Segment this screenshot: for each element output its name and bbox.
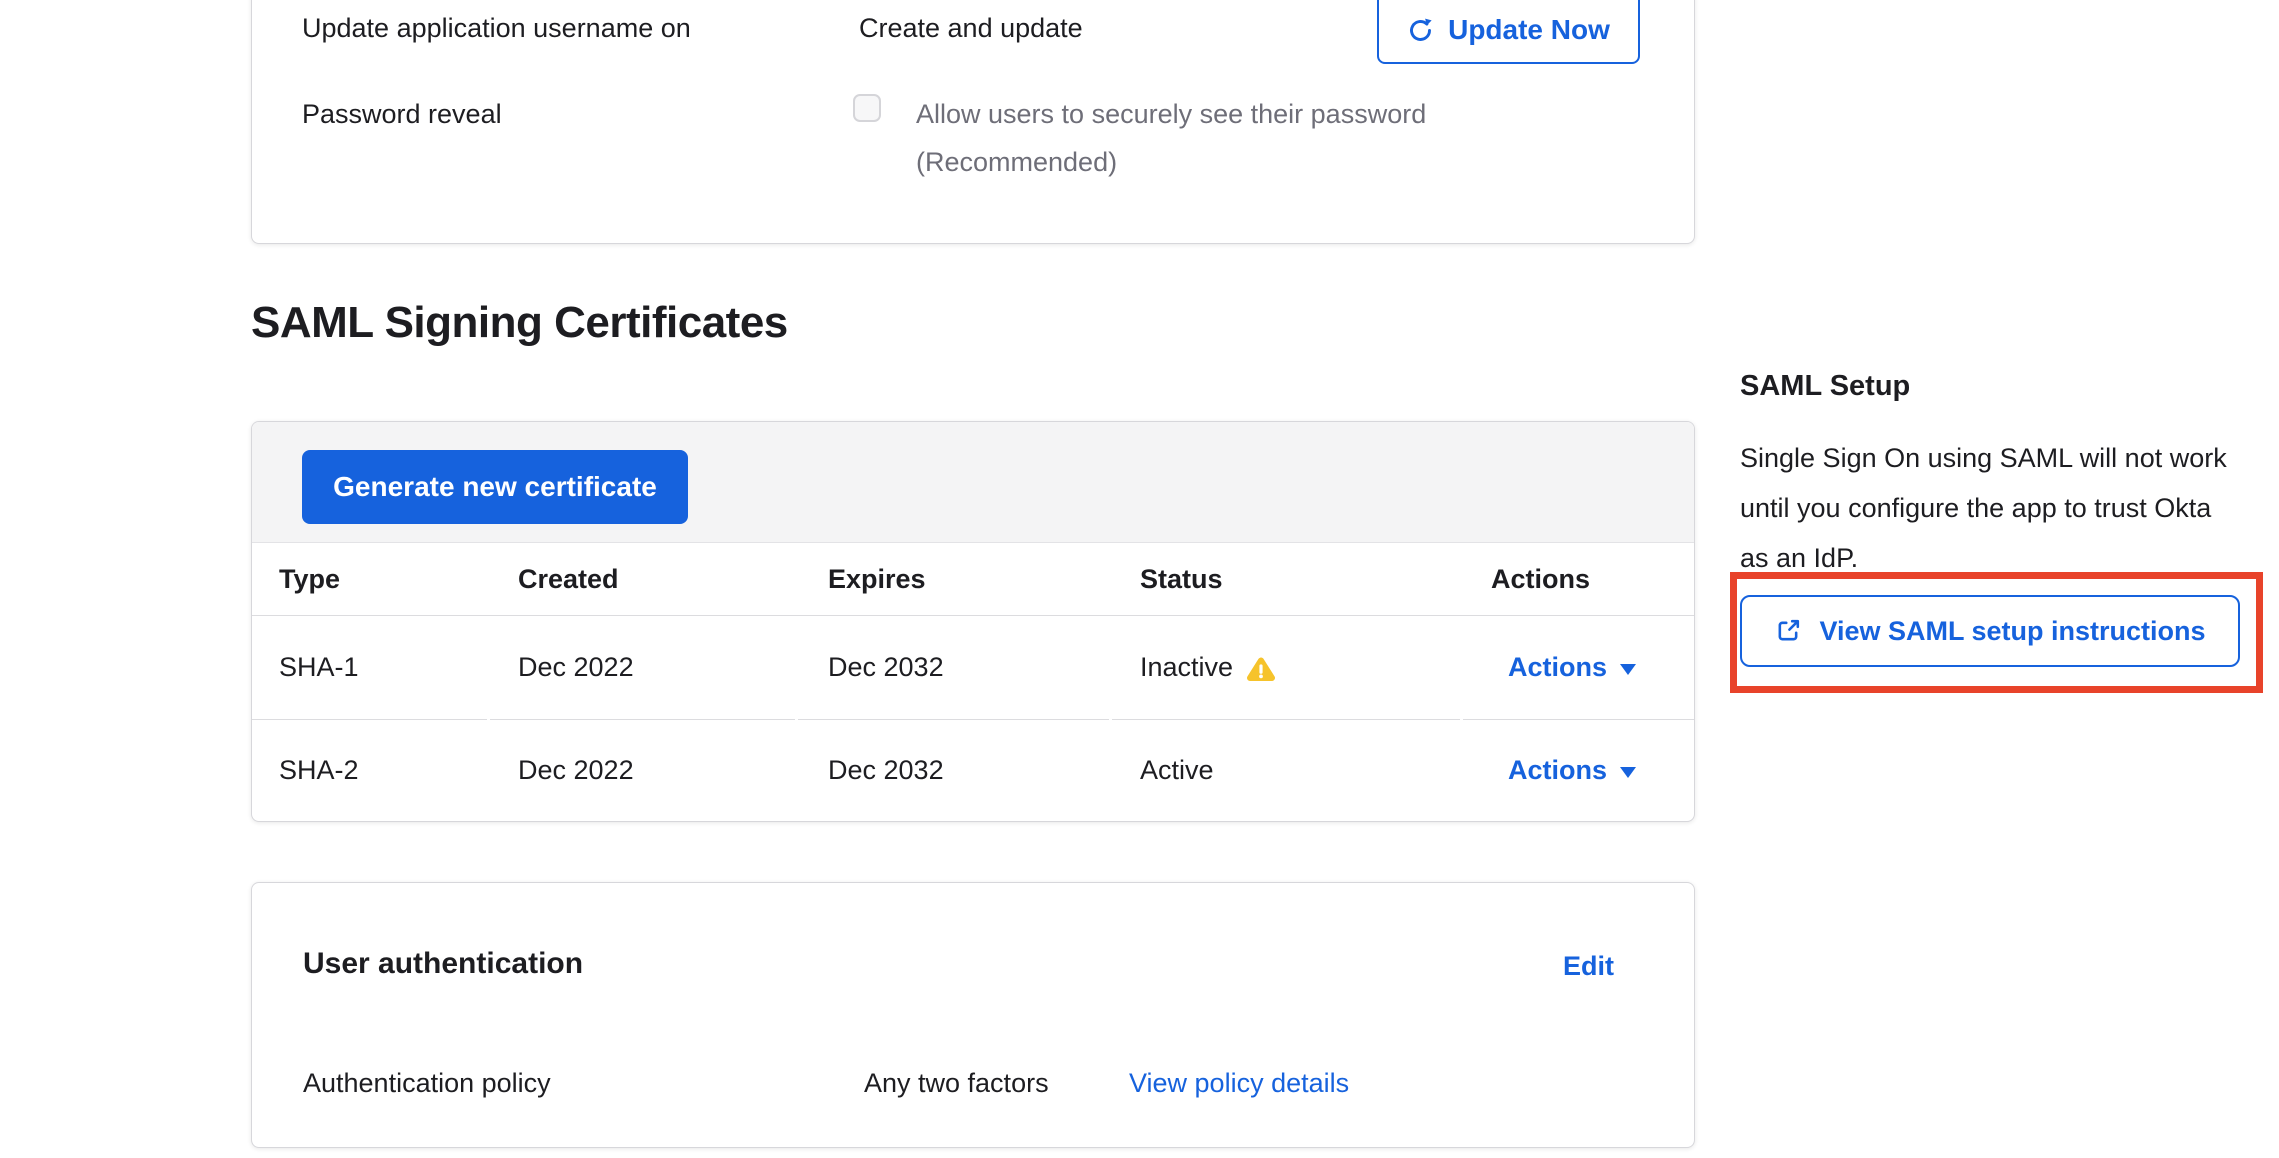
update-username-label: Update application username on [302, 10, 691, 46]
saml-setup-description: Single Sign On using SAML will not work … [1740, 433, 2235, 583]
cert-type: SHA-2 [252, 719, 490, 822]
warning-icon [1247, 656, 1275, 682]
status-text: Inactive [1140, 652, 1233, 683]
cert-type: SHA-1 [252, 616, 490, 719]
table-row: SHA-2 Dec 2022 Dec 2032 Active Actions [252, 719, 1694, 822]
cert-created: Dec 2022 [490, 719, 798, 822]
cert-status-cell: Inactive [1112, 616, 1463, 719]
actions-dropdown[interactable]: Actions [1508, 652, 1636, 683]
certificates-toolbar: Generate new certificate [252, 422, 1694, 543]
page: Update application username on Create an… [0, 0, 2279, 1158]
cert-expires: Dec 2032 [798, 616, 1112, 719]
certificates-panel: Generate new certificate Type Created Ex… [251, 421, 1695, 822]
update-now-label: Update Now [1448, 14, 1610, 46]
refresh-icon [1407, 17, 1434, 44]
actions-label: Actions [1508, 755, 1607, 786]
column-header-type: Type [252, 543, 490, 615]
user-authentication-heading: User authentication [303, 947, 583, 981]
view-saml-setup-instructions-button[interactable]: View SAML setup instructions [1740, 595, 2240, 667]
cert-created: Dec 2022 [490, 616, 798, 719]
external-link-icon [1774, 617, 1802, 645]
update-username-value: Create and update [859, 10, 1083, 46]
cert-expires: Dec 2032 [798, 719, 1112, 822]
edit-link[interactable]: Edit [1563, 951, 1614, 982]
generate-new-certificate-button[interactable]: Generate new certificate [302, 450, 688, 524]
column-header-created: Created [490, 543, 798, 615]
actions-dropdown[interactable]: Actions [1508, 755, 1636, 786]
password-reveal-option-note: (Recommended) [916, 144, 1117, 180]
column-header-status: Status [1112, 543, 1463, 615]
password-reveal-label: Password reveal [302, 96, 502, 132]
authentication-policy-value: Any two factors [864, 1065, 1049, 1101]
cert-actions-cell: Actions [1463, 616, 1694, 719]
table-header-row: Type Created Expires Status Actions [252, 543, 1694, 616]
actions-label: Actions [1508, 652, 1607, 683]
cert-actions-cell: Actions [1463, 719, 1694, 822]
status-text: Active [1140, 755, 1214, 786]
authentication-policy-label: Authentication policy [303, 1065, 551, 1101]
column-header-actions: Actions [1463, 543, 1694, 615]
password-reveal-checkbox[interactable] [853, 94, 881, 122]
caret-down-icon [1620, 767, 1636, 778]
view-saml-setup-instructions-label: View SAML setup instructions [1819, 616, 2205, 647]
column-header-expires: Expires [798, 543, 1112, 615]
saml-signing-certificates-heading: SAML Signing Certificates [251, 298, 788, 348]
caret-down-icon [1620, 664, 1636, 675]
view-policy-details-link[interactable]: View policy details [1129, 1065, 1349, 1101]
update-now-button[interactable]: Update Now [1377, 0, 1640, 64]
user-authentication-card: User authentication Edit Authentication … [251, 882, 1695, 1148]
table-row: SHA-1 Dec 2022 Dec 2032 Inactive Actions [252, 616, 1694, 719]
saml-setup-heading: SAML Setup [1740, 370, 1910, 403]
password-reveal-option-text: Allow users to securely see their passwo… [916, 96, 1426, 132]
cert-status-cell: Active [1112, 719, 1463, 822]
